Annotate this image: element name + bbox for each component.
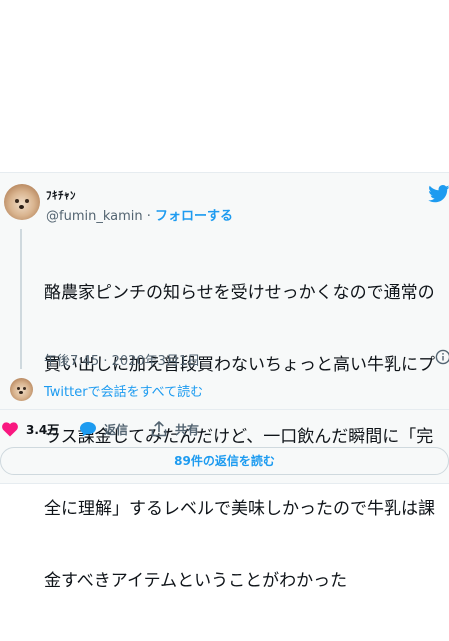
share-icon — [151, 421, 167, 437]
twitter-bird-icon[interactable] — [428, 185, 449, 203]
tweet-text-line: 全に理解」するレベルで美味しかったので牛乳は課 — [44, 499, 435, 519]
handle-row: @fumin_kamin · フォローする — [46, 205, 233, 224]
embedded-tweet-card: ﾌｷﾁｬﾝ @fumin_kamin · フォローする 酪農家ピンチの知らせを受… — [0, 172, 449, 591]
divider — [0, 409, 449, 410]
action-bar: 3.4万 返信 共有 — [0, 419, 449, 439]
conversation-avatar — [10, 378, 33, 401]
tweet-text-line: 金すべきアイテムということがわかった — [44, 571, 348, 591]
reply-label: 返信 — [104, 422, 129, 437]
author-name[interactable]: ﾌｷﾁｬﾝ — [46, 187, 76, 203]
thread-line — [20, 229, 22, 369]
reply-button[interactable]: 返信 — [80, 419, 128, 439]
share-button[interactable]: 共有 — [151, 419, 199, 439]
tweet-text-line: 酪農家ピンチの知らせを受けせっかくなので通常の — [44, 283, 435, 303]
author-handle[interactable]: @fumin_kamin — [46, 209, 143, 224]
read-replies-button[interactable]: 89件の返信を読む — [0, 447, 449, 475]
follow-link[interactable]: フォローする — [155, 209, 233, 224]
like-button[interactable]: 3.4万 — [2, 419, 59, 439]
tweet-timestamp[interactable]: 午後7:45 · 2020年3月1日 — [44, 350, 200, 369]
read-conversation-link[interactable]: Twitterで会話をすべて読む — [44, 381, 203, 400]
author-avatar[interactable] — [4, 184, 40, 220]
heart-icon — [2, 421, 18, 436]
info-icon[interactable] — [435, 349, 449, 365]
like-count: 3.4万 — [26, 422, 60, 437]
reply-bubble-icon — [80, 421, 96, 436]
handle-separator: · — [142, 209, 156, 224]
share-label: 共有 — [175, 422, 200, 437]
